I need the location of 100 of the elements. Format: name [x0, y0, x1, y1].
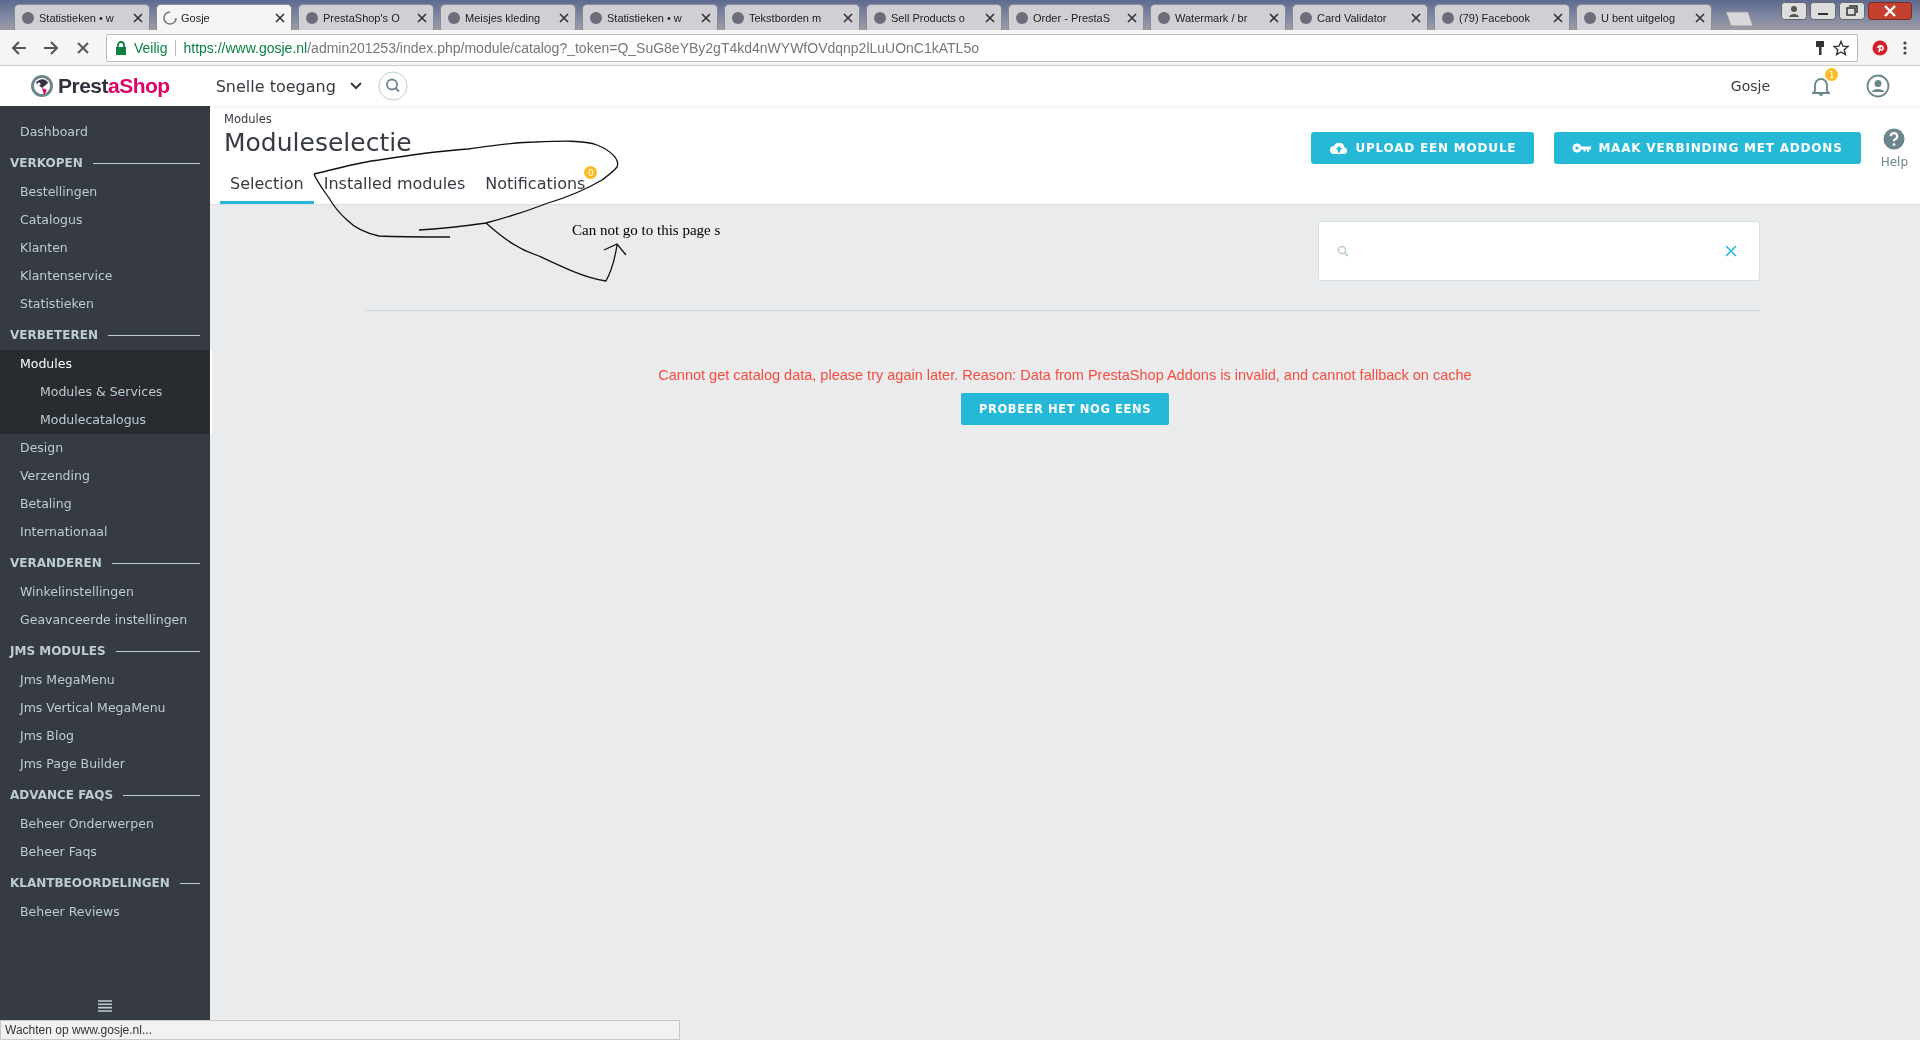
sidebar-item[interactable]: Winkelinstellingen — [0, 578, 210, 606]
sidebar-item[interactable]: Jms MegaMenu — [0, 666, 210, 694]
close-icon[interactable] — [133, 12, 143, 23]
search-field[interactable] — [1318, 221, 1760, 281]
close-icon[interactable] — [1553, 12, 1563, 23]
close-icon[interactable] — [1269, 12, 1279, 23]
key-icon[interactable] — [1814, 39, 1826, 56]
browser-tab[interactable]: Meisjes kleding — [440, 4, 576, 30]
browser-tab[interactable]: Watermark / br — [1150, 4, 1286, 30]
secure-label: Veilig — [134, 39, 177, 56]
browser-tab[interactable]: Sell Products o — [866, 4, 1002, 30]
search-icon[interactable] — [377, 71, 408, 101]
user-icon[interactable] — [1781, 2, 1807, 20]
sidebar-item[interactable]: Klanten — [0, 234, 210, 262]
sidebar-item[interactable]: Beheer Onderwerpen — [0, 810, 210, 838]
sidebar-item[interactable]: Jms Page Builder — [0, 750, 210, 778]
help-link[interactable]: Help — [1880, 128, 1908, 169]
account-icon[interactable] — [1866, 74, 1890, 98]
tab[interactable]: Installed modules — [313, 168, 476, 204]
shop-name[interactable]: Gosje — [1730, 78, 1770, 94]
sidebar-subitem[interactable]: Modules & Services — [0, 378, 210, 406]
browser-tab[interactable]: Gosje — [156, 4, 292, 30]
sidebar-item[interactable]: Jms Blog — [0, 722, 210, 750]
bell-icon[interactable] — [1812, 76, 1830, 96]
favicon-icon — [447, 10, 461, 25]
browser-tab[interactable]: Tekstborden m — [724, 4, 860, 30]
close-icon[interactable] — [985, 12, 995, 23]
favicon-icon — [1157, 10, 1171, 25]
close-icon[interactable] — [843, 12, 853, 23]
breadcrumb[interactable]: Modules — [224, 112, 596, 126]
count-badge: 0 — [584, 166, 598, 179]
quick-access-dropdown[interactable]: Snelle toegang — [211, 72, 366, 100]
notification-count: 1 — [1825, 68, 1838, 81]
chevron-down-icon — [349, 82, 362, 90]
section-heading: KLANTBEOORDELINGEN — [10, 876, 170, 890]
sidebar-item[interactable]: Geavanceerde instellingen — [0, 606, 210, 634]
sidebar-item[interactable]: Catalogus — [0, 206, 210, 234]
sidebar-item[interactable]: Statistieken — [0, 290, 210, 318]
favicon-icon — [21, 10, 35, 25]
browser-tab[interactable]: Statistieken • w — [14, 4, 150, 30]
back-icon[interactable] — [10, 38, 28, 57]
sidebar-item[interactable]: Modules — [0, 350, 210, 378]
error-message: Cannot get catalog data, please try again later. Reason: Data from PrestaShop Addons is invalid, and cannot fallback on cache — [658, 367, 1472, 383]
url-text: https://www.gosje.nl/admin201253/index.php/module/catalog?_token=Q_SuG8eYBy2gT4kd4nWYWfOVdqnp2lLuUOnC1kATL5o — [183, 39, 979, 56]
section-heading: VERKOPEN — [10, 156, 83, 170]
sidebar-item[interactable]: Klantenservice — [0, 262, 210, 290]
sidebar-item[interactable]: Bestellingen — [0, 178, 210, 206]
section-heading: VERANDEREN — [10, 556, 102, 570]
sidebar-item[interactable]: Betaling — [0, 490, 210, 518]
sidebar-subitem[interactable]: Modulecatalogus — [0, 406, 210, 434]
page-title: Moduleselectie — [224, 128, 413, 157]
close-icon[interactable] — [559, 12, 569, 23]
sidebar-item[interactable]: Jms Vertical MegaMenu — [0, 694, 210, 722]
lock-icon — [115, 40, 127, 55]
favicon-icon — [589, 10, 603, 25]
browser-tab[interactable]: Order - PrestaS — [1008, 4, 1144, 30]
close-window-icon[interactable] — [1868, 2, 1912, 20]
collapse-menu-icon[interactable] — [98, 1000, 112, 1012]
forward-icon[interactable] — [42, 38, 60, 57]
browser-tab[interactable]: Card Validator — [1292, 4, 1428, 30]
sidebar-item[interactable]: Verzending — [0, 462, 210, 490]
status-text: Wachten op www.gosje.nl... — [0, 1020, 680, 1040]
section-heading: VERBETEREN — [10, 328, 98, 342]
new-tab-icon[interactable] — [1722, 11, 1756, 27]
restore-icon[interactable] — [1839, 2, 1865, 20]
favicon-icon — [1583, 10, 1597, 25]
browser-tab[interactable]: U bent uitgelog — [1576, 4, 1712, 30]
favicon-icon — [1441, 10, 1455, 25]
pinterest-icon[interactable] — [1872, 39, 1888, 56]
sidebar-item[interactable]: Beheer Faqs — [0, 838, 210, 866]
help-icon — [1883, 128, 1906, 150]
loading-spinner-icon — [163, 10, 177, 25]
close-icon[interactable] — [275, 12, 285, 23]
sidebar-item[interactable]: Design — [0, 434, 210, 462]
favicon-icon — [1015, 10, 1029, 25]
favicon-icon — [305, 10, 319, 25]
tab[interactable]: Selection — [220, 168, 314, 204]
puffin-logo-icon — [30, 73, 54, 99]
cloud-upload-icon — [1329, 141, 1350, 155]
key-icon — [1572, 142, 1593, 154]
more-options-icon[interactable] — [1902, 39, 1908, 56]
logo-text: PrestaShop — [58, 74, 170, 98]
sidebar-item[interactable]: Dashboard — [0, 118, 210, 146]
browser-tab[interactable]: PrestaShop's O — [298, 4, 434, 30]
close-icon[interactable] — [1695, 12, 1705, 23]
browser-tab[interactable]: (79) Facebook — [1434, 4, 1570, 30]
browser-tab[interactable]: Statistieken • w — [582, 4, 718, 30]
close-icon[interactable] — [1411, 12, 1421, 23]
annotation-text: Can not go to this page s — [572, 222, 721, 239]
favicon-icon — [873, 10, 887, 25]
sidebar-item[interactable]: Beheer Reviews — [0, 898, 210, 926]
close-icon[interactable] — [701, 12, 711, 23]
star-icon[interactable] — [1833, 39, 1849, 56]
close-icon[interactable] — [1127, 12, 1137, 23]
favicon-icon — [1299, 10, 1313, 25]
address-bar[interactable]: Veilig https://www.gosje.nl/admin201253/index.php/module/catalog?_token=Q_SuG8eYBy2gT4kd4nWYWfOVdqnp2lLuUOnC1kATL5o — [106, 33, 1858, 62]
minimize-icon[interactable] — [1810, 2, 1836, 20]
sidebar-item[interactable]: Internationaal — [0, 518, 210, 546]
section-heading: ADVANCE FAQS — [10, 788, 114, 802]
close-icon[interactable] — [417, 12, 427, 23]
